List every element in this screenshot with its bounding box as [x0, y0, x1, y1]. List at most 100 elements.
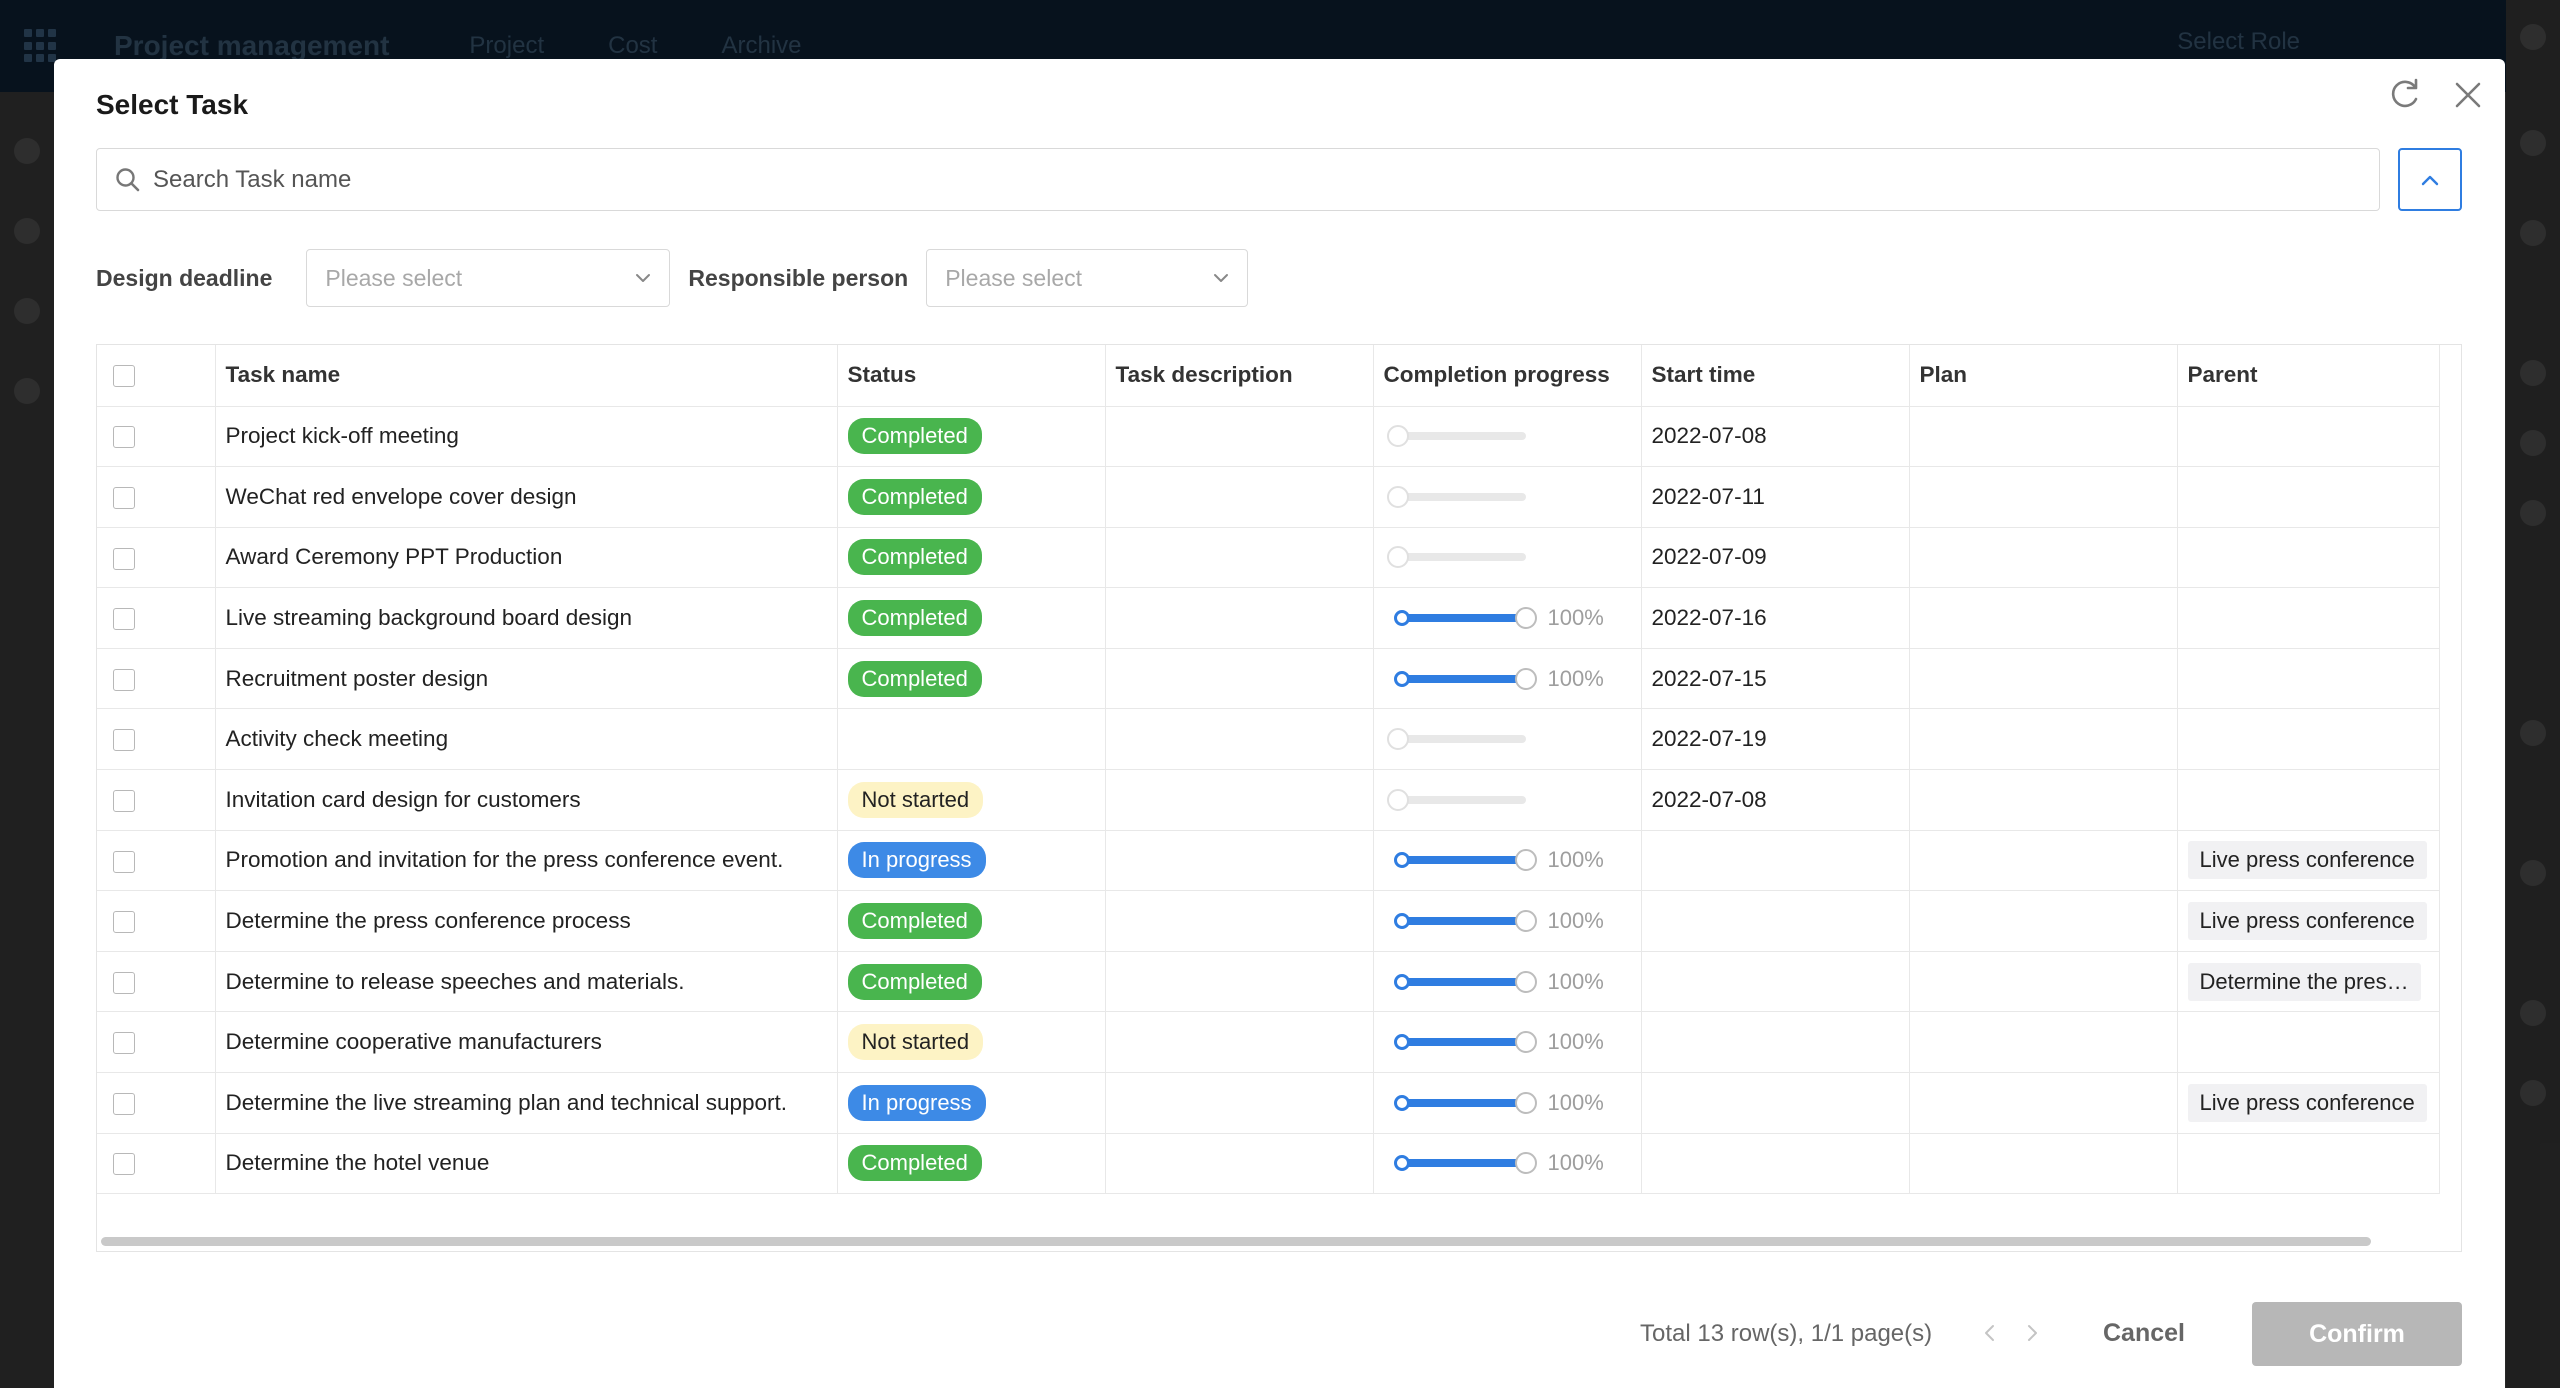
table-row[interactable]: Activity check meeting 2022-07-19: [97, 708, 2440, 771]
row-checkbox[interactable]: [113, 911, 135, 934]
parent-tag[interactable]: Live press conference: [2187, 1083, 2427, 1122]
close-icon[interactable]: [2448, 75, 2488, 115]
row-checkbox[interactable]: [113, 486, 135, 509]
status-badge: Completed: [847, 903, 982, 940]
row-select-cell: [97, 466, 216, 528]
row-checkbox[interactable]: [113, 729, 135, 752]
row-select-cell: [97, 890, 216, 952]
table-row[interactable]: Recruitment poster design Completed 100% 20…: [97, 648, 2440, 710]
start-time-cell: 2022-07-11: [1641, 466, 1910, 528]
task-description-cell: [1105, 830, 1374, 892]
row-checkbox[interactable]: [113, 608, 135, 631]
status-badge: Completed: [847, 600, 982, 637]
progress-handle[interactable]: [1514, 607, 1537, 630]
table-row[interactable]: Determine the live streaming plan and te…: [97, 1072, 2440, 1134]
status-cell: [837, 708, 1106, 771]
responsible-person-select[interactable]: Please select: [926, 249, 1249, 307]
progress-handle[interactable]: [1514, 1152, 1537, 1175]
progress-slider[interactable]: 100%: [1384, 969, 1631, 995]
progress-start-handle: [1393, 1034, 1410, 1051]
table-row[interactable]: WeChat red envelope cover design Complete…: [97, 466, 2440, 528]
progress-slider[interactable]: 100%: [1384, 1150, 1631, 1176]
parent-tag[interactable]: Live press conference: [2187, 902, 2427, 941]
cancel-button[interactable]: Cancel: [2084, 1302, 2204, 1364]
progress-handle[interactable]: [1386, 788, 1409, 811]
table-row[interactable]: Live streaming background board design Co…: [97, 587, 2440, 649]
progress-track: [1393, 1031, 1537, 1054]
row-checkbox[interactable]: [113, 668, 135, 691]
task-table: Task name Status Task description Comple…: [96, 344, 2462, 1252]
horizontal-scrollbar[interactable]: [101, 1237, 2371, 1246]
progress-slider[interactable]: 100%: [1384, 847, 1631, 873]
task-name-cell: Invitation card design for customers: [215, 769, 838, 831]
progress-handle[interactable]: [1514, 910, 1537, 933]
confirm-button[interactable]: Confirm: [2252, 1302, 2462, 1366]
next-page-icon[interactable]: [2020, 1321, 2044, 1345]
table-row[interactable]: Invitation card design for customers Not …: [97, 769, 2440, 831]
plan-cell: [1909, 890, 2178, 952]
parent-cell: [2177, 587, 2440, 649]
refresh-icon[interactable]: [2384, 75, 2424, 115]
task-name-cell: Determine the press conference process: [215, 890, 838, 952]
table-row[interactable]: Project kick-off meeting Completed 2022-07…: [97, 406, 2440, 468]
row-checkbox[interactable]: [113, 1153, 135, 1176]
table-row[interactable]: Award Ceremony PPT Production Completed 20…: [97, 527, 2440, 589]
progress-handle[interactable]: [1514, 849, 1537, 872]
table-row[interactable]: Promotion and invitation for the press c…: [97, 830, 2440, 892]
progress-start-handle: [1393, 973, 1410, 990]
start-time-cell: 2022-07-16: [1641, 587, 1910, 649]
progress-start-handle: [1393, 610, 1410, 627]
parent-cell: Live press conference: [2177, 1072, 2440, 1134]
search-input[interactable]: [153, 149, 2379, 210]
design-deadline-select[interactable]: Please select: [306, 249, 671, 307]
progress-start-handle: [1393, 913, 1410, 930]
progress-fill: [1397, 1038, 1526, 1047]
row-checkbox[interactable]: [113, 1032, 135, 1055]
task-name-cell: Promotion and invitation for the press c…: [215, 830, 838, 892]
row-checkbox[interactable]: [113, 850, 135, 873]
progress-slider[interactable]: 100%: [1384, 908, 1631, 934]
row-checkbox[interactable]: [113, 789, 135, 812]
progress-slider[interactable]: [1384, 425, 1631, 448]
progress-slider[interactable]: 100%: [1384, 666, 1631, 692]
progress-start-handle: [1393, 1094, 1410, 1111]
parent-tag[interactable]: Live press conference: [2187, 841, 2427, 880]
row-checkbox[interactable]: [113, 971, 135, 994]
progress-slider[interactable]: [1384, 788, 1631, 811]
progress-handle[interactable]: [1514, 667, 1537, 690]
table-row[interactable]: Determine to release speeches and materi…: [97, 951, 2440, 1013]
task-name-cell: Project kick-off meeting: [215, 406, 838, 468]
parent-tag[interactable]: Determine the pres…: [2187, 962, 2421, 1001]
row-checkbox[interactable]: [113, 547, 135, 570]
status-cell: Completed: [837, 890, 1106, 952]
row-select-cell: [97, 1133, 216, 1195]
status-badge: Not started: [847, 1024, 984, 1061]
progress-slider[interactable]: [1384, 485, 1631, 508]
select-all-checkbox[interactable]: [113, 365, 135, 388]
progress-slider[interactable]: 100%: [1384, 1090, 1631, 1116]
progress-slider[interactable]: [1384, 546, 1631, 569]
progress-handle[interactable]: [1514, 970, 1537, 993]
progress-slider[interactable]: 100%: [1384, 1029, 1631, 1055]
previous-page-icon[interactable]: [1978, 1321, 2002, 1345]
table-row[interactable]: Determine the hotel venue Completed 100%: [97, 1133, 2440, 1195]
progress-handle[interactable]: [1514, 1091, 1537, 1114]
progress-handle[interactable]: [1386, 728, 1409, 751]
search-box: [96, 148, 2380, 211]
progress-percent: 100%: [1547, 665, 1604, 691]
progress-handle[interactable]: [1514, 1031, 1537, 1054]
progress-handle[interactable]: [1386, 425, 1409, 448]
progress-handle[interactable]: [1386, 485, 1409, 508]
progress-handle[interactable]: [1386, 546, 1409, 569]
progress-slider[interactable]: 100%: [1384, 605, 1631, 631]
table-row[interactable]: Determine cooperative manufacturers Not s…: [97, 1011, 2440, 1074]
completion-progress-cell: [1373, 527, 1642, 589]
row-checkbox[interactable]: [113, 1092, 135, 1115]
parent-cell: Determine the pres…: [2177, 951, 2440, 1013]
row-checkbox[interactable]: [113, 426, 135, 449]
status-cell: Not started: [837, 769, 1106, 831]
progress-slider[interactable]: [1384, 728, 1631, 751]
collapse-filters-button[interactable]: [2398, 148, 2462, 211]
task-description-cell: [1105, 527, 1374, 589]
table-row[interactable]: Determine the press conference process Co…: [97, 890, 2440, 952]
